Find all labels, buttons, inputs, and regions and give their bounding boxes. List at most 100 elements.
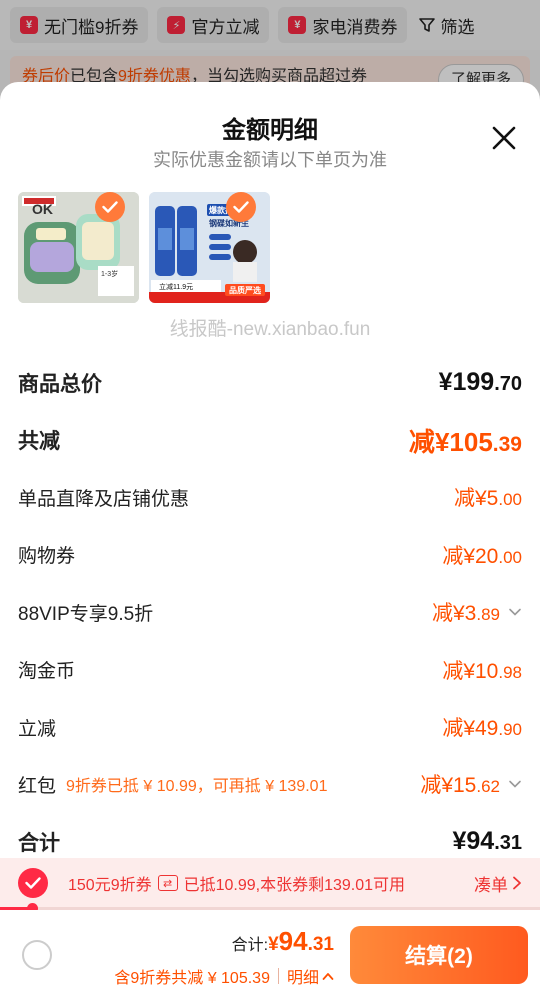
amount-dec: .62 bbox=[476, 777, 500, 797]
savings-line: 含9折券共减 ¥ 105.39 明细 bbox=[114, 964, 334, 988]
checkmark-icon bbox=[95, 192, 125, 222]
amount-int: 94 bbox=[466, 827, 495, 856]
amount-prefix: 减 bbox=[453, 487, 475, 511]
row-label-text: 商品总价 bbox=[18, 372, 102, 396]
amount-yen: ¥ bbox=[474, 487, 487, 511]
amount-dec: .89 bbox=[476, 605, 500, 625]
watermark-text: 线报酷-new.xianbao.fun bbox=[169, 319, 371, 340]
detail-label: 明细 bbox=[286, 970, 319, 987]
checkout-bar: 合计: ¥94.31 含9折券共减 ¥ 105.39 明细 结算(2) bbox=[0, 910, 540, 994]
amount-row-label: 共减 bbox=[18, 425, 60, 455]
row-label-text: 红包 bbox=[18, 775, 57, 797]
amount-value-wrap: 减 ¥105.39 bbox=[409, 422, 522, 459]
amount-prefix: 减 bbox=[442, 544, 464, 568]
coupon-status-text: 已抵10.99,本张券剩139.01可用 bbox=[183, 877, 406, 894]
product-thumbnails: OK 1-3岁 爆款推荐 钢碟如新生 立减11.9元 品质严选 bbox=[18, 192, 270, 303]
add-items-label: 凑单 bbox=[474, 875, 508, 895]
chevron-down-icon[interactable] bbox=[508, 605, 522, 619]
amount-int: 15 bbox=[453, 774, 477, 798]
total-yen: ¥ bbox=[268, 934, 279, 955]
checkmark-icon bbox=[25, 877, 41, 889]
amount-row-label: 淘金币 bbox=[18, 656, 75, 683]
amount-value-wrap: 减 ¥3.89 bbox=[432, 597, 522, 627]
row-label-text: 共减 bbox=[18, 430, 60, 454]
amount-dec: .98 bbox=[498, 662, 522, 682]
amount-row: 商品总价 ¥199.70 bbox=[0, 354, 540, 411]
amount-value-wrap: ¥199.70 bbox=[439, 368, 522, 397]
amount-int: 199 bbox=[452, 368, 495, 397]
row-label-text: 淘金币 bbox=[18, 661, 76, 683]
checkmark-icon bbox=[226, 192, 256, 222]
coupon-status: 150元9折券 ⇄ 已抵10.99,本张券剩139.01可用 bbox=[68, 871, 405, 895]
chevron-down-icon[interactable] bbox=[508, 777, 522, 791]
amount-yen: ¥ bbox=[463, 544, 475, 568]
row-label-text: 购物券 bbox=[18, 546, 76, 568]
amount-row-label: 红包 9折券已抵 ¥ 10.99，可再抵 ¥ 139.01 bbox=[18, 771, 327, 798]
amount-yen: ¥ bbox=[452, 827, 467, 856]
amount-dec: .70 bbox=[494, 373, 522, 396]
coupon-selected-checkbox[interactable] bbox=[18, 868, 48, 898]
select-all-checkbox[interactable] bbox=[22, 940, 52, 970]
amount-value: 减 ¥3.89 bbox=[432, 597, 500, 627]
amount-value-wrap: ¥94.31 bbox=[452, 827, 522, 856]
savings-text: 含9折券共减 ¥ 105.39 bbox=[114, 970, 270, 987]
amount-yen: ¥ bbox=[434, 426, 450, 457]
total-amount: ¥94.31 bbox=[268, 926, 334, 957]
detail-toggle[interactable]: 明细 bbox=[287, 964, 334, 988]
product-thumbnail-backpack[interactable]: OK 1-3岁 bbox=[18, 192, 139, 303]
amount-yen: ¥ bbox=[441, 774, 453, 798]
amount-row-label: 商品总价 bbox=[18, 368, 102, 398]
amount-value-wrap: 减 ¥10.98 bbox=[442, 655, 522, 685]
amount-yen: ¥ bbox=[463, 717, 475, 741]
amount-row-label: 合计 bbox=[18, 827, 60, 857]
amount-prefix: 减 bbox=[431, 602, 453, 626]
sheet-title: 金额明细 bbox=[222, 117, 318, 144]
amount-int: 105 bbox=[449, 426, 493, 457]
amount-row-label: 单品直降及店铺优惠 bbox=[18, 484, 189, 511]
amount-int: 20 bbox=[475, 544, 499, 568]
amount-value: 减 ¥5.00 bbox=[454, 482, 522, 512]
thumb-age: 1-3岁 bbox=[101, 269, 118, 278]
amount-prefix: 减 bbox=[408, 426, 435, 457]
row-label-text: 88VIP专享9.5折 bbox=[18, 603, 154, 625]
row-note: 9折券已抵 ¥ 10.99，可再抵 ¥ 139.01 bbox=[66, 778, 328, 796]
amount-yen: ¥ bbox=[463, 659, 475, 683]
amount-row: 共减 减 ¥105.39 bbox=[0, 411, 540, 468]
amount-value: 减 ¥49.90 bbox=[442, 712, 522, 742]
amount-prefix: 减 bbox=[420, 774, 442, 798]
amount-value: 减 ¥15.62 bbox=[420, 769, 500, 799]
amount-row[interactable]: 88VIP专享9.5折 减 ¥3.89 bbox=[0, 584, 540, 641]
amount-int: 3 bbox=[464, 602, 477, 626]
amount-row: 单品直降及店铺优惠 减 ¥5.00 bbox=[0, 469, 540, 526]
thumb-footer: 品质严选 bbox=[229, 285, 261, 295]
amount-value-wrap: 减 ¥20.00 bbox=[442, 540, 522, 570]
row-label-text: 合计 bbox=[18, 831, 60, 855]
amount-value: ¥199.70 bbox=[439, 368, 522, 397]
total-label: 合计: bbox=[231, 937, 269, 954]
amount-value: ¥94.31 bbox=[452, 827, 522, 856]
thumb-badge: OK bbox=[32, 201, 53, 217]
amount-row: 立减 减 ¥49.90 bbox=[0, 698, 540, 755]
amount-yen: ¥ bbox=[452, 602, 465, 626]
checkout-button[interactable]: 结算(2) bbox=[350, 926, 528, 984]
amount-prefix: 减 bbox=[442, 659, 464, 683]
amount-int: 5 bbox=[486, 487, 499, 511]
amount-dec: .31 bbox=[494, 832, 522, 855]
amount-rows: 商品总价 ¥199.70 共减减 ¥105.39 单品直降及店铺优惠减 ¥5.00 购物券减… bbox=[0, 354, 540, 871]
close-icon[interactable] bbox=[490, 124, 518, 152]
swap-icon: ⇄ bbox=[157, 875, 178, 891]
product-thumbnail-dish-rinse[interactable]: 爆款推荐 钢碟如新生 立减11.9元 品质严选 bbox=[149, 192, 270, 303]
amount-prefix: 减 bbox=[442, 717, 464, 741]
amount-row-label: 88VIP专享9.5折 bbox=[18, 599, 153, 626]
coupon-name: 150元9折券 bbox=[68, 877, 152, 894]
amount-row[interactable]: 红包 9折券已抵 ¥ 10.99，可再抵 ¥ 139.01 减 ¥15.62 bbox=[0, 756, 540, 813]
amount-value: 减 ¥105.39 bbox=[409, 422, 522, 459]
add-items-button[interactable]: 凑单 bbox=[474, 871, 522, 896]
chevron-right-icon bbox=[513, 876, 521, 890]
amount-dec: .00 bbox=[498, 490, 522, 510]
row-label-text: 立减 bbox=[18, 718, 57, 740]
amount-value-wrap: 减 ¥5.00 bbox=[454, 482, 522, 512]
amount-row: 购物券 减 ¥20.00 bbox=[0, 526, 540, 583]
amount-int: 10 bbox=[475, 659, 499, 683]
amount-value: 减 ¥20.00 bbox=[442, 540, 522, 570]
